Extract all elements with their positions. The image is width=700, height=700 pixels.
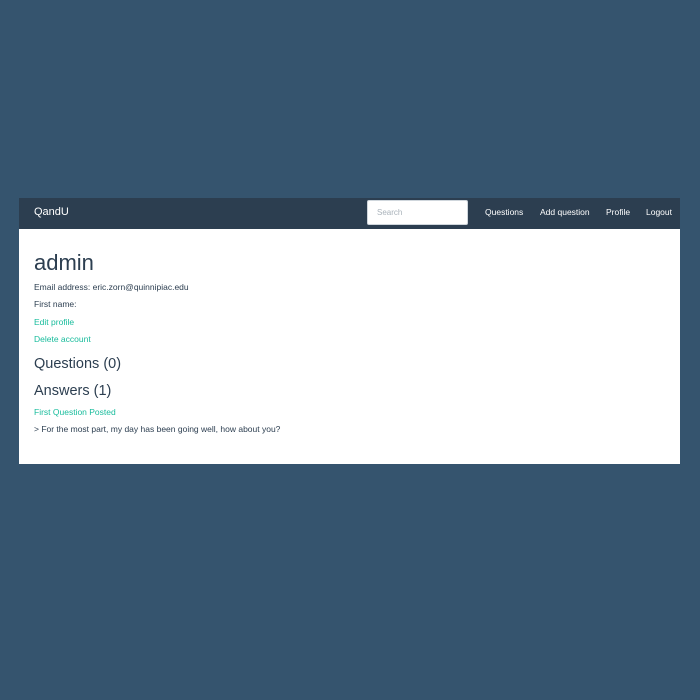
email-label: Email address:	[34, 282, 91, 292]
email-value: eric.zorn@quinnipiac.edu	[92, 282, 189, 292]
answers-heading: Answers (1)	[34, 383, 112, 399]
first-name-row: First name:	[34, 298, 77, 310]
page-title: admin	[34, 250, 94, 275]
brand-link[interactable]: QandU	[34, 198, 69, 227]
edit-profile-link[interactable]: Edit profile	[34, 316, 74, 328]
answer-question-link[interactable]: First Question Posted	[34, 406, 116, 418]
page-window: QandU Questions Add question Profile Log…	[19, 198, 680, 464]
email-row: Email address: eric.zorn@quinnipiac.edu	[34, 281, 189, 293]
answer-text: > For the most part, my day has been goi…	[34, 424, 281, 434]
navbar: QandU Questions Add question Profile Log…	[19, 198, 680, 229]
search-input[interactable]	[367, 200, 468, 225]
nav-link-add-question[interactable]: Add question	[540, 198, 590, 227]
delete-account-link[interactable]: Delete account	[34, 333, 91, 345]
nav-link-logout[interactable]: Logout	[646, 198, 672, 227]
nav-link-questions[interactable]: Questions	[485, 198, 523, 227]
first-name-label: First name:	[34, 299, 77, 309]
questions-heading: Questions (0)	[34, 356, 122, 372]
nav-link-profile[interactable]: Profile	[606, 198, 630, 227]
